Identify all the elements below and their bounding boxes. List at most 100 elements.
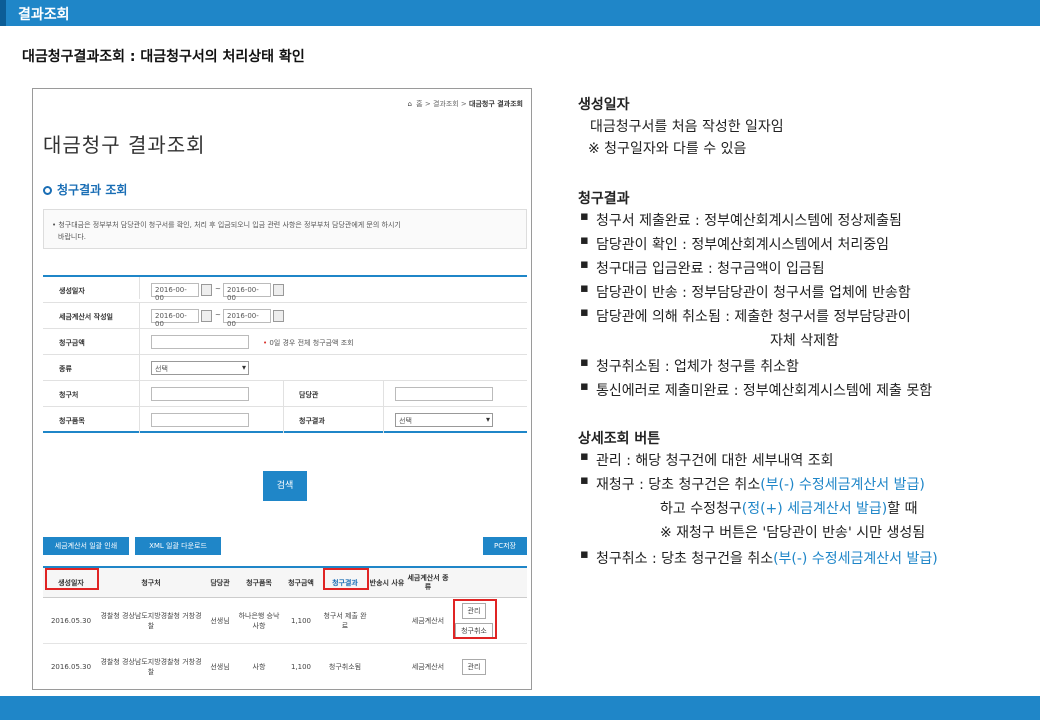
detail-cancel-text: 청구취소 : 당초 청구건을 취소 (596, 551, 774, 567)
screenshot-panel: ⌂ 홈 > 결과조회 > 대금청구 결과조회 대금청구 결과조회 청구결과 조회… (32, 88, 532, 690)
th-item: 청구품목 (246, 578, 272, 587)
detail-reclaim-b-blue: (정(+) 세금계산서 발급) (741, 501, 888, 517)
manage-button[interactable]: 관리 (461, 659, 487, 675)
created-date-label: 생성일자 (59, 287, 85, 295)
ring-icon (43, 186, 52, 195)
result-item-3: 청구대금 입금완료 : 청구금액이 입금됨 (580, 257, 825, 278)
detail-reclaim-blue: (부(-) 수정세금계산서 발급) (760, 477, 925, 493)
calendar-icon[interactable] (201, 284, 212, 296)
invoice-date-from[interactable]: 2016-00-00 (151, 309, 199, 328)
highlight-result (323, 568, 369, 590)
search-button[interactable]: 검색 (263, 471, 307, 501)
created-title: 생성일자 (578, 97, 630, 113)
chevron-down-icon: ▾ (485, 415, 490, 424)
highlight-created-date (45, 568, 99, 590)
result-item-5: 담당관에 의해 취소됨 : 제출한 청구서를 정부담당관이 (580, 305, 911, 326)
cell-date: 2016.05.30 (50, 617, 92, 625)
title-accent (0, 0, 6, 26)
chevron-down-icon: ▾ (241, 363, 246, 372)
pc-save-button[interactable]: PC저장 (483, 537, 527, 555)
item-label: 청구품목 (59, 417, 85, 425)
breadcrumb-home[interactable]: 홈 (416, 100, 422, 108)
result-item-4: 담당관이 반송 : 정부담당관이 청구서를 업체에 반송함 (580, 281, 911, 302)
result-item-5-cont: 자체 삭제함 (770, 333, 839, 349)
table-row: 2016.05.30 경찰청 경상남도지방경찰청 거창경찰 선생님 사항 1,1… (43, 644, 527, 689)
notice-line2: 바랍니다. (58, 233, 86, 241)
form-row-type: 종류 선택 ▾ (43, 355, 527, 381)
item-input[interactable] (151, 413, 249, 427)
xml-download-button[interactable]: XML 일괄 다운로드 (135, 537, 221, 555)
detail-reclaim-b-end: 할 때 (887, 501, 918, 517)
detail-manage: 관리 : 해당 청구건에 대한 세부내역 조회 (580, 449, 833, 470)
search-form: 생성일자 2016-00-00 ~ 2016-00-00 세금계산서 작성일 2… (43, 275, 527, 433)
cell-result: 청구서 제출 완료 (323, 612, 367, 630)
note-text: 0일 경우 전체 청구금액 조회 (269, 339, 354, 347)
amount-note: • 0일 경우 전체 청구금액 조회 (263, 338, 354, 348)
page-title: 대금청구 결과조회 (43, 133, 206, 157)
cell-amount: 1,100 (290, 663, 312, 671)
th-manager: 담당관 (210, 578, 230, 587)
amount-label: 청구금액 (59, 339, 85, 347)
manager-input[interactable] (395, 387, 493, 401)
claim-dest-input[interactable] (151, 387, 249, 401)
th-dest: 청구처 (141, 578, 161, 587)
cell-manager: 선생님 (210, 617, 230, 625)
detail-reclaim-b: 하고 수정청구 (660, 501, 742, 517)
invoice-date-to[interactable]: 2016-00-00 (223, 309, 271, 328)
cell-amount: 1,100 (290, 617, 312, 625)
type-select[interactable]: 선택 ▾ (151, 361, 249, 375)
result-title: 청구결과 (578, 191, 630, 207)
cell-dest: 경찰청 경상남도지방경찰청 거창경찰 (100, 612, 202, 630)
detail-reclaim-text: 재청구 : 당초 청구건은 취소 (596, 477, 761, 493)
created-date-to[interactable]: 2016-00-00 (223, 283, 271, 302)
breadcrumb: ⌂ 홈 > 결과조회 > 대금청구 결과조회 (407, 100, 523, 108)
form-row-invoice-date: 세금계산서 작성일 2016-00-00 ~ 2016-00-00 (43, 303, 527, 329)
form-row-amount: 청구금액 • 0일 경우 전체 청구금액 조회 (43, 329, 527, 355)
result-select[interactable]: 선택 ▾ (395, 413, 493, 427)
cell-item: 사항 (252, 663, 266, 671)
cell-date: 2016.05.30 (50, 663, 92, 671)
cell-reason (369, 644, 405, 689)
breadcrumb-current: 대금청구 결과조회 (469, 100, 523, 108)
created-date-from[interactable]: 2016-00-00 (151, 283, 199, 302)
form-row-dest: 청구처 담당관 (43, 381, 527, 407)
detail-reclaim-line2: 하고 수정청구(정(+) 세금계산서 발급)할 때 (660, 498, 917, 518)
cell-invoice-type: 세금계산서 (411, 617, 445, 625)
detail-title: 상세조회 버튼 (578, 431, 661, 447)
form-row-item: 청구품목 청구결과 선택 ▾ (43, 407, 527, 433)
tilde: ~ (215, 285, 221, 293)
breadcrumb-level1[interactable]: 결과조회 (433, 100, 459, 108)
tilde: ~ (215, 311, 221, 319)
th-invoice-type: 세금계산서 종류 (407, 574, 449, 591)
calendar-icon[interactable] (201, 310, 212, 322)
form-row-created-date: 생성일자 2016-00-00 ~ 2016-00-00 (43, 277, 527, 303)
note-star: • (263, 339, 268, 347)
cell-result: 청구취소됨 (328, 663, 362, 671)
result-label: 청구결과 (299, 417, 325, 425)
detail-cancel: 청구취소 : 당초 청구건을 취소(부(-) 수정세금계산서 발급) (580, 547, 938, 568)
top-title-bar: 결과조회 (0, 0, 1040, 26)
print-invoice-button[interactable]: 세금계산서 일괄 인쇄 (43, 537, 129, 555)
highlight-actions (453, 599, 497, 639)
page-section-title: 결과조회 (18, 7, 70, 23)
home-icon[interactable]: ⌂ (407, 100, 411, 108)
table-header: 생성일자 청구처 담당관 청구품목 청구금액 청구결과 반송시 사유 세금계산서… (43, 568, 527, 598)
notice-box: • 청구대금은 정부부처 담당관이 청구서를 확인, 처리 후 입금되오니 입금… (43, 209, 527, 249)
bottom-bar (0, 696, 1040, 720)
created-desc2: ※ 청구일자와 다를 수 있음 (588, 141, 747, 157)
subheading: 청구결과 조회 (43, 181, 127, 198)
th-amount: 청구금액 (288, 578, 314, 587)
type-label: 종류 (59, 365, 72, 373)
type-select-value: 선택 (155, 365, 168, 373)
calendar-icon[interactable] (273, 310, 284, 322)
subheading-text: 청구결과 조회 (57, 183, 128, 197)
amount-input[interactable] (151, 335, 249, 349)
calendar-icon[interactable] (273, 284, 284, 296)
created-desc1: 대금청구서를 처음 작성한 일자임 (590, 119, 784, 135)
result-item-1: 청구서 제출완료 : 정부예산회계시스템에 정상제출됨 (580, 209, 902, 230)
detail-cancel-blue: (부(-) 수정세금계산서 발급) (773, 551, 938, 567)
section-heading: 대금청구결과조회 : 대금청구서의 처리상태 확인 (22, 49, 305, 65)
manager-label: 담당관 (299, 391, 319, 399)
claim-dest-label: 청구처 (59, 391, 79, 399)
result-select-value: 선택 (399, 417, 412, 425)
